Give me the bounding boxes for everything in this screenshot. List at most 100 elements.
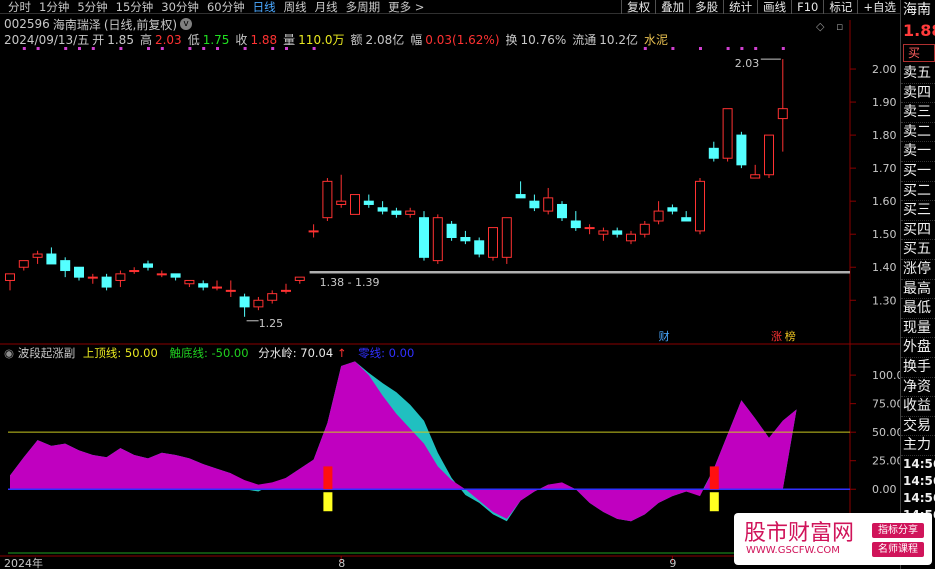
signal-dot [202, 47, 206, 50]
candle-body-up [115, 273, 126, 281]
candle-body-up [212, 286, 222, 289]
x-axis-label: 8 [338, 557, 345, 569]
panel-price: 1.88 [903, 21, 935, 40]
price-tick-label: 1.40 [872, 261, 897, 274]
candle-body-up [350, 194, 360, 215]
price-tick-label: 1.80 [872, 129, 897, 142]
order-book-label: 换手 [901, 358, 935, 378]
signal-dot [740, 47, 744, 50]
candle-body-down [198, 283, 209, 288]
order-book-label: 最低 [901, 299, 935, 319]
candle-body-down [570, 220, 581, 229]
candle-body-up [308, 230, 319, 233]
indicator-fill [8, 361, 850, 554]
signal-dot [147, 47, 150, 50]
candle-body-up [488, 227, 498, 258]
signal-dot [160, 47, 164, 50]
candle-body-down [557, 203, 567, 219]
order-book-label: 卖二 [901, 123, 935, 143]
candle-body-down [74, 266, 84, 278]
candle-body-down [460, 237, 471, 242]
signal-dot [243, 47, 247, 50]
candle-body-down [529, 200, 540, 209]
signal-dot [22, 47, 26, 50]
diamond-icon[interactable]: ◇ [816, 20, 825, 33]
watermark-badge-course: 名师课程 [872, 542, 924, 557]
watermark-url: WWW.GSCFW.COM [746, 545, 840, 556]
signal-dot [188, 47, 192, 50]
signal-dot [64, 47, 68, 50]
low-annotation-label: 1.25 [259, 317, 284, 330]
buy-signal-red-bar [323, 466, 333, 490]
candle-body-up [281, 289, 291, 292]
candle-body-up [764, 134, 774, 176]
signal-dot [119, 47, 123, 50]
signal-dot [726, 47, 730, 50]
candle-body-up [777, 108, 788, 120]
order-book-label: 买一 [901, 162, 935, 182]
high-annotation-label: 2.03 [735, 57, 760, 70]
order-book-label: 卖五 [901, 64, 935, 84]
candle-body-down [60, 260, 71, 272]
candle-body-up [695, 180, 705, 232]
candle-body-down [446, 223, 457, 239]
indicator-water-label: 分水岭: 70.04 [258, 346, 333, 360]
indicator-tick-label: 25.00 [872, 455, 900, 468]
candle-body-up [405, 210, 416, 215]
price-tick-label: 1.90 [872, 96, 897, 109]
price-grid [850, 68, 856, 301]
candle-body-up [87, 276, 98, 279]
order-book-label: 收益 [901, 397, 935, 417]
signal-dot [36, 47, 40, 50]
tick-time: 14:56 [903, 456, 935, 471]
candle-body-down [736, 134, 747, 166]
support-label: 1.38 - 1.39 [320, 276, 380, 289]
tick-time: 14:56 [903, 490, 935, 505]
candle-body-up [253, 299, 264, 308]
x-axis-label: 2024年 [4, 556, 43, 569]
indicator-lower-label: 触底线: -50.00 [169, 346, 248, 360]
candle-body-down [708, 147, 719, 159]
price-tick-label: 1.60 [872, 195, 897, 208]
order-book-label: 卖三 [901, 103, 935, 123]
x-axis-labels: 2024年 8 9 [4, 556, 676, 569]
order-book-label: 净资 [901, 378, 935, 398]
candle-body-down [46, 253, 57, 265]
signal-dot [312, 47, 316, 50]
indicator-tick-label: 0.00 [872, 483, 897, 496]
watermark-main: 股市财富网 [744, 521, 855, 546]
signal-dots [22, 47, 785, 50]
order-book-labels: 卖五 卖四 卖三 卖二 卖一 买一 买二 买三 买四 买五 涨停 最高 最低 现量 外盘 换手 净资 收益 交易 主力 [901, 64, 935, 456]
signal-dot [643, 47, 647, 50]
order-book-label: 买五 [901, 240, 935, 260]
order-book-label: 最高 [901, 280, 935, 300]
candle-body-down [239, 296, 250, 308]
indicator-tick-label: 100.0 [872, 369, 900, 382]
order-book-label: 交易 [901, 417, 935, 437]
legend-circle-icon: ◉ [4, 346, 18, 360]
quote-panel: 海南 1.88 买 卖五卖四卖三卖二卖一买一买二买三买四买五涨停最高最低现量外盘… [900, 0, 935, 569]
signal-dot [216, 47, 219, 50]
candle-body-up [598, 230, 609, 235]
buy-button[interactable]: 买 [903, 44, 935, 62]
candle-body-up [322, 180, 333, 219]
order-book-label: 买三 [901, 201, 935, 221]
square-icon[interactable]: ▫ [836, 20, 843, 33]
candle-body-down [681, 217, 692, 222]
order-book-label: 涨停 [901, 260, 935, 280]
limit-up-badge: 涨 [771, 330, 782, 343]
signal-dot [91, 47, 95, 50]
signal-dot [78, 47, 81, 50]
price-tick-label: 2.00 [872, 63, 897, 76]
watermark-logo: 股市财富网 WWW.GSCFW.COM 指标分享 名师课程 [734, 513, 932, 565]
kline-chart[interactable]: ◇ ▫ 2.00 1.90 1.80 1.70 1.60 1.50 1.40 1.30 2.0… [0, 0, 900, 569]
indicator-main-area [10, 361, 797, 522]
candle-body-up [584, 227, 595, 230]
order-book-label: 买四 [901, 221, 935, 241]
candle-body-up [184, 279, 195, 285]
indicator-upper-label: 上顶线: 50.00 [83, 346, 158, 360]
signal-dot [271, 47, 275, 50]
signal-dot [671, 47, 675, 50]
price-ticks: 2.00 1.90 1.80 1.70 1.60 1.50 1.40 1.30 [872, 63, 897, 307]
price-tick-label: 1.30 [872, 294, 897, 307]
